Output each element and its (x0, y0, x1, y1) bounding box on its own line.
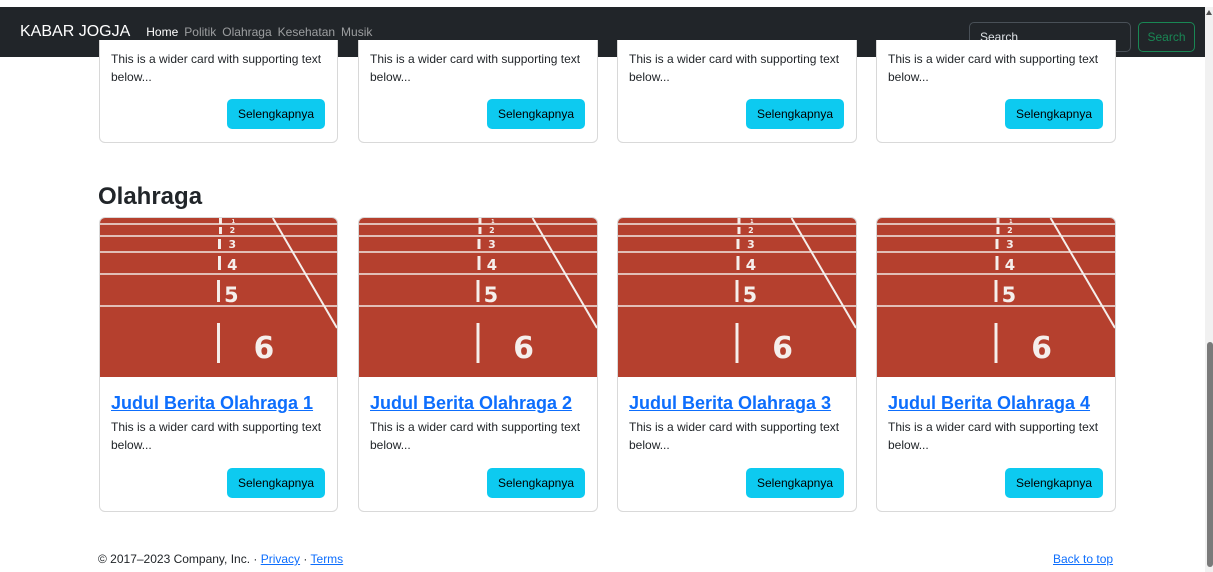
nav-link-politik[interactable]: Politik (184, 25, 216, 39)
lane-number: 4 (746, 256, 756, 274)
privacy-link[interactable]: Privacy (261, 552, 300, 566)
lane-number: 2 (1007, 226, 1013, 235)
card-text: This is a wider card with supporting tex… (888, 52, 1099, 84)
lane-number: 6 (1031, 331, 1052, 366)
card-text: This is a wider card with supporting tex… (111, 420, 322, 452)
terms-link[interactable]: Terms (311, 552, 344, 566)
news-card-2: 123456 Judul Berita Olahraga 2 This is a… (358, 217, 598, 512)
back-to-top-link[interactable]: Back to top (1053, 552, 1113, 566)
lane-number: 6 (513, 331, 534, 366)
selengkapnya-button[interactable]: Selengkapnya (1005, 99, 1103, 129)
lane-number: 5 (484, 283, 498, 307)
selengkapnya-button[interactable]: Selengkapnya (746, 468, 844, 498)
top-card-4: This is a wider card with supporting tex… (876, 40, 1116, 143)
search-button[interactable]: Search (1138, 22, 1195, 52)
card-title-link[interactable]: Judul Berita Olahraga 1 (111, 393, 313, 414)
selengkapnya-button[interactable]: Selengkapnya (487, 99, 585, 129)
selengkapnya-button[interactable]: Selengkapnya (487, 468, 585, 498)
selengkapnya-button[interactable]: Selengkapnya (746, 99, 844, 129)
copyright-text: © 2017–2023 Company, Inc. · (98, 552, 261, 566)
card-text: This is a wider card with supporting tex… (370, 420, 581, 452)
nav-link-olahraga[interactable]: Olahraga (222, 25, 271, 39)
scroll-up-arrow-icon[interactable] (1206, 10, 1212, 15)
lane-number: 4 (487, 256, 497, 274)
card-text: This is a wider card with supporting tex… (629, 420, 840, 452)
news-card-1: 123456 Judul Berita Olahraga 1 This is a… (99, 217, 338, 512)
top-card-2: This is a wider card with supporting tex… (358, 40, 598, 143)
news-card-3: 123456 Judul Berita Olahraga 3 This is a… (617, 217, 857, 512)
card-text: This is a wider card with supporting tex… (629, 52, 840, 84)
top-card-3: This is a wider card with supporting tex… (617, 40, 857, 143)
lane-number: 3 (229, 238, 237, 251)
card-title-link[interactable]: Judul Berita Olahraga 3 (629, 393, 831, 414)
nav-link-kesehatan[interactable]: Kesehatan (278, 25, 335, 39)
lane-number: 1 (1009, 219, 1013, 225)
selengkapnya-button[interactable]: Selengkapnya (227, 468, 325, 498)
lane-number: 6 (772, 331, 793, 366)
brand-logo[interactable]: KABAR JOGJA (20, 23, 130, 41)
nav-link-home[interactable]: Home (146, 25, 178, 39)
card-text: This is a wider card with supporting tex… (370, 52, 581, 84)
lane-number: 2 (489, 226, 495, 235)
section-heading-olahraga: Olahraga (98, 183, 203, 210)
nav-link-musik[interactable]: Musik (341, 25, 372, 39)
card-image-running-track[interactable]: 123456 (359, 218, 597, 377)
top-strip (0, 0, 1213, 7)
lane-number: 5 (743, 283, 757, 307)
top-card-1: This is a wider card with supporting tex… (99, 40, 338, 143)
news-card-4: 123456 Judul Berita Olahraga 4 This is a… (876, 217, 1116, 512)
card-image-running-track[interactable]: 123456 (877, 218, 1115, 377)
footer-copyright: © 2017–2023 Company, Inc. · Privacy · Te… (98, 552, 343, 566)
lane-number: 1 (232, 219, 236, 225)
lane-number: 4 (1005, 256, 1015, 274)
lane-number: 1 (491, 219, 495, 225)
footer-separator: · (300, 552, 311, 566)
lane-number: 3 (488, 238, 496, 251)
lane-number: 6 (254, 331, 275, 366)
lane-number: 3 (1006, 238, 1014, 251)
selengkapnya-button[interactable]: Selengkapnya (227, 99, 325, 129)
lane-number: 5 (1002, 283, 1016, 307)
card-text: This is a wider card with supporting tex… (888, 420, 1099, 452)
selengkapnya-button[interactable]: Selengkapnya (1005, 468, 1103, 498)
scrollbar-thumb[interactable] (1207, 342, 1213, 567)
card-image-running-track[interactable]: 123456 (618, 218, 856, 377)
card-title-link[interactable]: Judul Berita Olahraga 4 (888, 393, 1090, 414)
lane-number: 2 (748, 226, 754, 235)
lane-number: 4 (227, 256, 237, 274)
lane-number: 1 (750, 219, 754, 225)
lane-number: 2 (230, 226, 235, 235)
card-title-link[interactable]: Judul Berita Olahraga 2 (370, 393, 572, 414)
lane-number: 5 (224, 283, 238, 307)
lane-number: 3 (747, 238, 755, 251)
card-image-running-track[interactable]: 123456 (100, 218, 337, 377)
card-text: This is a wider card with supporting tex… (111, 52, 322, 84)
